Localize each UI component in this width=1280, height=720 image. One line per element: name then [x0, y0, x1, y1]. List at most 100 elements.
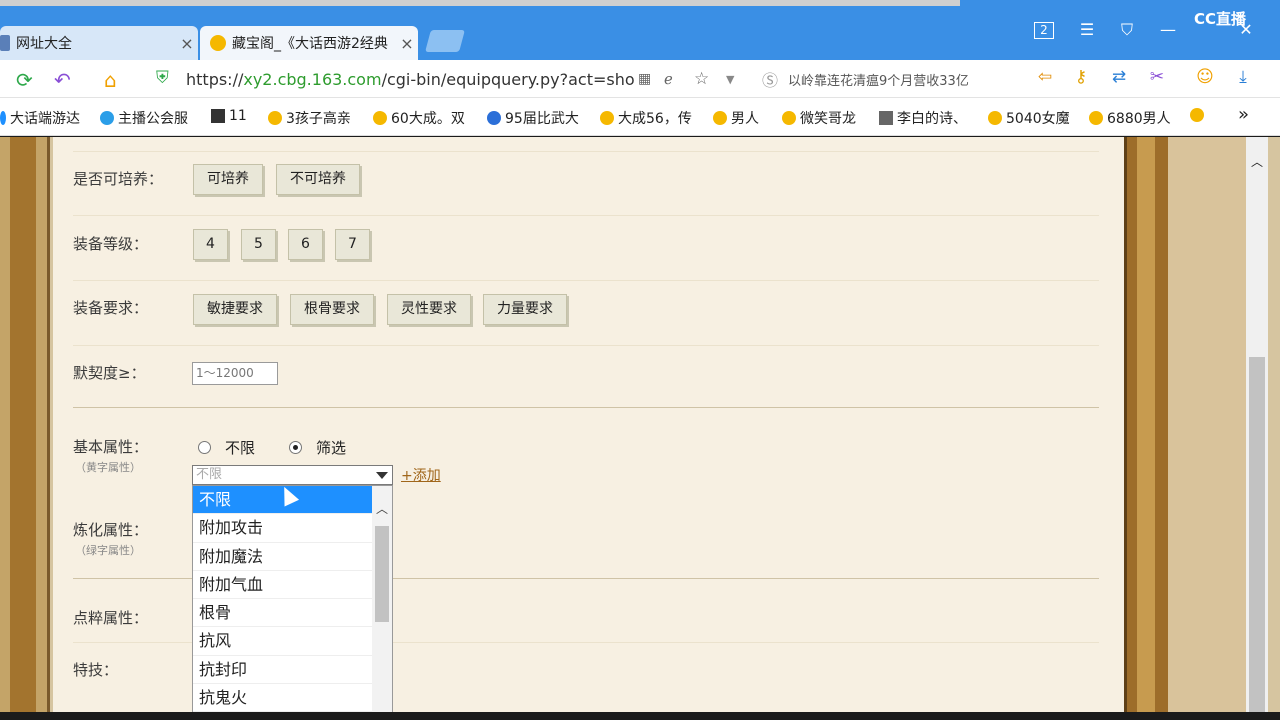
dropdown-option[interactable]: 抗封印	[193, 656, 373, 685]
bookmark-bar: 大话端游达 主播公会服 11 3孩子高亲 60大成。双 95届比武大 大成56，…	[0, 98, 1280, 136]
tacit-input[interactable]: 1～12000	[192, 362, 278, 385]
bookmarks-more-icon[interactable]: »	[1238, 104, 1249, 125]
new-tab-button[interactable]	[425, 30, 465, 52]
level-7-button[interactable]: 7	[335, 229, 370, 260]
url-text: https://xy2.cbg.163.com/cgi-bin/equipque…	[186, 69, 635, 89]
tab-label: 网址大全	[16, 36, 72, 52]
emoji-icon[interactable]: ☺	[1194, 67, 1216, 89]
bookmark-item[interactable]: 5040女魔	[988, 108, 1070, 128]
search-engine-icon: Ⓢ	[762, 71, 779, 90]
refine-attr-label: 炼化属性：	[73, 521, 149, 539]
chevron-up-icon[interactable]: ︿	[1246, 153, 1268, 171]
attr-dropdown-list[interactable]: 不限 附加攻击 附加魔法 附加气血 根骨 抗风 抗封印 抗鬼火 ︿	[192, 485, 393, 713]
level-4-button[interactable]: 4	[193, 229, 228, 260]
bookmark-item[interactable]: 李白的诗、	[879, 108, 967, 128]
radio-dot	[198, 441, 211, 454]
refine-attr-sublabel: （绿字属性）	[75, 544, 141, 557]
bookmark-item[interactable]: 男人	[713, 108, 759, 128]
section-divider	[73, 407, 1099, 408]
bookmark-icon	[211, 109, 225, 123]
equip-requirement-label: 装备要求：	[73, 299, 149, 317]
add-attr-link[interactable]: +添加	[401, 465, 441, 485]
page-icon	[0, 35, 10, 51]
cultivable-yes-button[interactable]: 可培养	[193, 164, 263, 195]
window-count-icon[interactable]: 2	[1034, 22, 1054, 39]
secure-shield-icon: ⛨	[156, 68, 169, 88]
download-icon[interactable]: ⤓	[1232, 67, 1254, 89]
strength-requirement-button[interactable]: 力量要求	[483, 294, 567, 325]
basic-attr-select[interactable]: 不限	[192, 465, 393, 485]
search-text: 以岭靠连花清瘟9个月营收33亿	[788, 73, 969, 89]
right-frame-decoration	[1124, 137, 1168, 720]
level-5-button[interactable]: 5	[241, 229, 276, 260]
bottom-edge	[0, 712, 1280, 720]
level-6-button[interactable]: 6	[288, 229, 323, 260]
tab-cbg[interactable]: 藏宝阁_《大话西游2经典 ×	[200, 26, 418, 60]
ie-mode-icon[interactable]: ℯ	[664, 70, 673, 88]
chevron-down-icon	[376, 472, 388, 479]
cultivable-label: 是否可培养：	[73, 170, 164, 188]
divider	[73, 215, 1099, 216]
agility-requirement-button[interactable]: 敏捷要求	[193, 294, 277, 325]
star-icon[interactable]: ☆	[694, 69, 709, 89]
address-toolbar: ⟳ ↶ ⌂ ⛨ https://xy2.cbg.163.com/cgi-bin/…	[0, 60, 1280, 98]
tab-bar: 网址大全 × 藏宝阁_《大话西游2经典 × 2 ☰ ⛉ — ✕ CC直播	[0, 0, 1280, 60]
radio-any[interactable]: 不限	[198, 437, 255, 458]
tab-label: 藏宝阁_《大话西游2经典	[232, 36, 388, 52]
bookmark-item[interactable]: 11	[211, 108, 247, 124]
dropdown-option[interactable]: 附加攻击	[193, 514, 373, 543]
url-field[interactable]: ⛨ https://xy2.cbg.163.com/cgi-bin/equipq…	[150, 66, 744, 92]
undo-icon[interactable]: ↶	[54, 68, 71, 92]
bookmark-item[interactable]: 主播公会服	[100, 108, 188, 128]
bookmark-icon	[600, 111, 614, 125]
left-frame-decoration	[0, 137, 50, 720]
cbg-icon	[210, 35, 226, 51]
dropdown-scrollbar[interactable]: ︿	[372, 486, 392, 712]
divider	[73, 151, 1099, 152]
chevron-down-icon[interactable]: ▼	[726, 73, 734, 86]
scroll-thumb[interactable]	[375, 526, 389, 622]
qr-code-icon[interactable]: ▦	[638, 71, 651, 87]
refresh-icon[interactable]: ⟳	[16, 68, 33, 92]
bookmark-item[interactable]: 60大成。双	[373, 108, 465, 128]
page-scrollbar[interactable]: ︿	[1246, 137, 1268, 720]
scroll-thumb[interactable]	[1249, 357, 1265, 717]
chevron-up-icon[interactable]: ︿	[372, 500, 392, 517]
bookmark-icon	[1089, 111, 1103, 125]
bookmark-item[interactable]: 6880男人	[1089, 108, 1171, 128]
radio-filter[interactable]: 筛选	[289, 437, 346, 458]
tab-nav-sites[interactable]: 网址大全 ×	[0, 26, 198, 60]
home-icon[interactable]: ⌂	[104, 68, 117, 92]
skill-label: 特技：	[73, 661, 119, 679]
dropdown-option[interactable]: 根骨	[193, 599, 373, 628]
bookmark-icon	[0, 111, 6, 125]
bookmark-item[interactable]: 3孩子高亲	[268, 108, 351, 128]
skin-icon[interactable]: ⛉	[1115, 20, 1139, 40]
divider	[73, 280, 1099, 281]
close-icon[interactable]: ×	[396, 34, 418, 53]
search-box[interactable]: Ⓢ 以岭靠连花清瘟9个月营收33亿	[762, 66, 1014, 92]
minimize-icon[interactable]: —	[1156, 20, 1180, 39]
bookmark-icon	[988, 111, 1002, 125]
menu-icon[interactable]: ☰	[1075, 20, 1099, 39]
dropdown-option[interactable]: 附加气血	[193, 571, 373, 600]
bookmark-item[interactable]	[1190, 108, 1208, 122]
bookmark-item[interactable]: 大成56，传	[600, 108, 692, 128]
dropdown-option[interactable]: 抗鬼火	[193, 684, 373, 712]
spirit-requirement-button[interactable]: 灵性要求	[387, 294, 471, 325]
translate-icon[interactable]: ⇄	[1108, 67, 1130, 89]
share-icon[interactable]: ⇦	[1034, 67, 1056, 89]
scissors-icon[interactable]: ✂	[1146, 67, 1168, 89]
key-icon[interactable]: ⚷	[1070, 67, 1092, 89]
watermark-logo: CC直播	[1194, 10, 1247, 28]
cultivable-no-button[interactable]: 不可培养	[276, 164, 360, 195]
constitution-requirement-button[interactable]: 根骨要求	[290, 294, 374, 325]
dropdown-option[interactable]: 抗风	[193, 627, 373, 656]
dropdown-option[interactable]: 附加魔法	[193, 543, 373, 571]
bookmark-item[interactable]: 微笑哥龙	[782, 108, 856, 128]
equip-level-label: 装备等级：	[73, 235, 149, 253]
bookmark-item[interactable]: 95届比武大	[487, 108, 579, 128]
divider	[73, 345, 1099, 346]
bookmark-item[interactable]: 大话端游达	[0, 108, 80, 128]
close-icon[interactable]: ×	[176, 34, 198, 53]
